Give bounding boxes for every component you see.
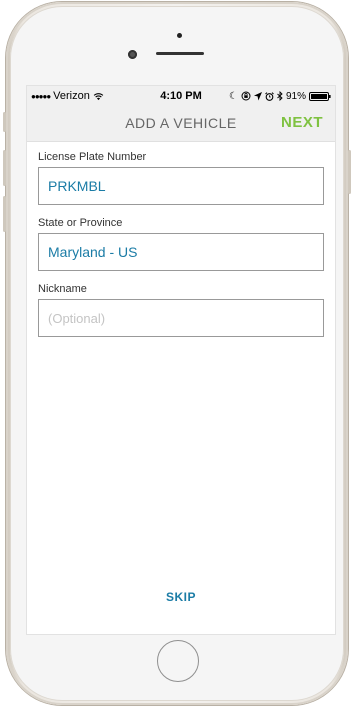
battery-percentage: 91% <box>285 90 306 102</box>
license-plate-label: License Plate Number <box>38 151 147 163</box>
navigation-bar: ADD A VEHICLE NEXT <box>27 106 335 142</box>
state-province-label: State or Province <box>38 217 123 229</box>
state-province-field[interactable]: Maryland - US <box>38 233 324 271</box>
status-left: ●●●●● Verizon <box>31 90 104 102</box>
proximity-sensor <box>177 33 182 38</box>
power-button <box>348 150 351 194</box>
earpiece-speaker <box>156 52 204 55</box>
nickname-placeholder: (Optional) <box>48 310 106 326</box>
status-time: 4:10 PM <box>160 90 202 102</box>
license-plate-value: PRKMBL <box>48 178 106 194</box>
front-camera <box>128 50 137 59</box>
license-plate-field[interactable]: PRKMBL <box>38 167 324 205</box>
app-screen: ●●●●● Verizon 4:10 PM ☾ 91% ADD A VEHICL… <box>27 86 335 634</box>
wifi-icon <box>93 92 104 100</box>
next-button[interactable]: NEXT <box>281 114 323 131</box>
vehicle-form: License Plate Number PRKMBL State or Pro… <box>27 151 335 337</box>
location-icon <box>253 91 262 100</box>
state-province-value: Maryland - US <box>48 244 138 260</box>
mute-switch <box>3 112 6 132</box>
nickname-field[interactable]: (Optional) <box>38 299 324 337</box>
volume-up-button <box>3 150 6 186</box>
alarm-icon <box>265 91 274 101</box>
volume-down-button <box>3 196 6 232</box>
status-bar: ●●●●● Verizon 4:10 PM ☾ 91% <box>27 86 335 106</box>
lock-rotation-icon <box>241 91 251 101</box>
carrier-name: Verizon <box>53 90 90 102</box>
nickname-label: Nickname <box>38 283 87 295</box>
home-button[interactable] <box>157 640 199 682</box>
bluetooth-icon <box>277 91 283 101</box>
status-right: ☾ 91% <box>229 91 331 102</box>
moon-icon: ☾ <box>229 90 238 102</box>
battery-icon <box>309 91 331 101</box>
skip-button[interactable]: SKIP <box>27 590 335 604</box>
signal-dots-icon: ●●●●● <box>31 91 51 101</box>
